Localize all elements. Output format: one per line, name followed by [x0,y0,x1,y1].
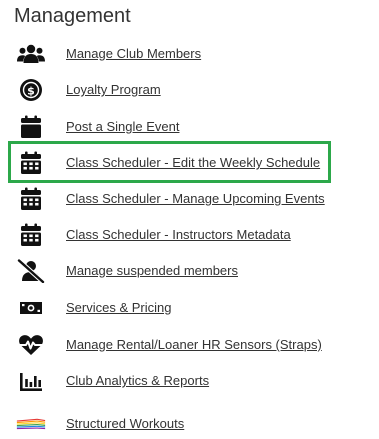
heartbeat-icon [16,333,46,357]
menu-item-structured-workouts: Structured Workouts [0,412,379,436]
menu-item-class-scheduler-instructors: Class Scheduler - Instructors Metadata [0,223,379,247]
money-bill-icon [16,296,46,320]
menu-item-club-analytics: Club Analytics & Reports [0,369,379,393]
menu-item-post-single-event: Post a Single Event [0,115,379,139]
svg-text:$: $ [27,84,35,97]
services-pricing-link[interactable]: Services & Pricing [66,299,171,317]
menu-item-services-pricing: Services & Pricing [0,296,379,320]
stacked-bars-icon [16,412,46,436]
menu-item-loyalty-program: $ Loyalty Program [0,78,379,102]
class-scheduler-instructors-link[interactable]: Class Scheduler - Instructors Metadata [66,226,291,244]
user-slash-icon [16,259,46,283]
class-scheduler-edit-weekly-link[interactable]: Class Scheduler - Edit the Weekly Schedu… [66,154,320,172]
section-title: Management [14,5,131,27]
menu-item-class-scheduler-edit-weekly: Class Scheduler - Edit the Weekly Schedu… [0,151,379,175]
class-scheduler-manage-upcoming-link[interactable]: Class Scheduler - Manage Upcoming Events [66,190,325,208]
calendar-icon [16,115,46,139]
post-single-event-link[interactable]: Post a Single Event [66,118,179,136]
menu-item-manage-club-members: Manage Club Members [0,42,379,66]
menu-item-class-scheduler-manage-upcoming: Class Scheduler - Manage Upcoming Events [0,187,379,211]
structured-workouts-link[interactable]: Structured Workouts [66,415,184,433]
calendar-grid-icon [16,223,46,247]
manage-suspended-members-link[interactable]: Manage suspended members [66,262,238,280]
manage-hr-sensors-link[interactable]: Manage Rental/Loaner HR Sensors (Straps) [66,336,322,354]
calendar-grid-icon [16,151,46,175]
dollar-coin-icon: $ [16,78,46,102]
users-icon [16,42,46,66]
loyalty-program-link[interactable]: Loyalty Program [66,81,161,99]
bar-chart-icon [16,369,46,393]
manage-club-members-link[interactable]: Manage Club Members [66,45,201,63]
menu-item-manage-suspended-members: Manage suspended members [0,259,379,283]
calendar-grid-icon [16,187,46,211]
club-analytics-link[interactable]: Club Analytics & Reports [66,372,209,390]
menu-item-manage-hr-sensors: Manage Rental/Loaner HR Sensors (Straps) [0,333,379,357]
